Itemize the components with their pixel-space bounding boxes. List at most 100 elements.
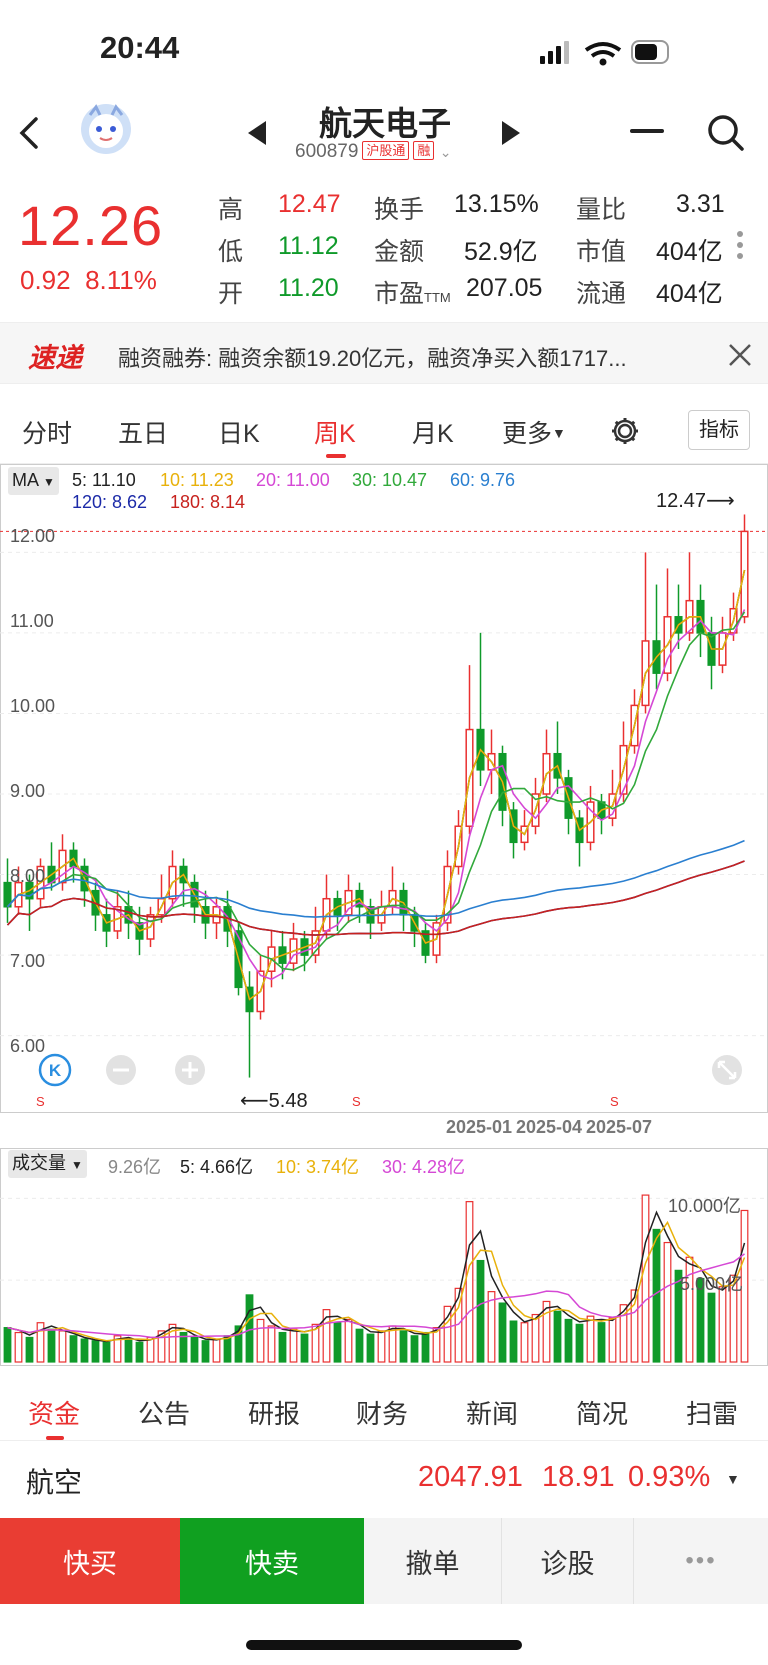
sector-row[interactable]: 航空 2047.91 18.91 0.93% ▼ bbox=[0, 1440, 768, 1516]
volume-bar bbox=[135, 1341, 144, 1363]
close-icon[interactable] bbox=[728, 343, 752, 367]
volume-bar bbox=[256, 1318, 265, 1363]
volume-bar bbox=[245, 1294, 254, 1363]
volume-bar bbox=[344, 1318, 353, 1363]
date-label: 2025-07 bbox=[586, 1117, 653, 1137]
volume-bar bbox=[553, 1310, 562, 1363]
volume-bar bbox=[69, 1335, 78, 1363]
back-icon[interactable] bbox=[16, 115, 42, 151]
quick-sell-button[interactable]: 快卖 bbox=[180, 1518, 364, 1604]
mcap-label: 市值 bbox=[576, 238, 627, 266]
tab-profile[interactable]: 简况 bbox=[576, 1394, 628, 1431]
status-icons bbox=[540, 40, 669, 66]
zoom-in-icon[interactable] bbox=[173, 1053, 207, 1087]
volume-bar bbox=[399, 1330, 408, 1363]
y-tick: 12.00 bbox=[10, 526, 56, 546]
vol-y-tick: 5.000亿 bbox=[680, 1274, 744, 1294]
more-vertical-icon[interactable] bbox=[736, 230, 744, 260]
volume-bar bbox=[663, 1241, 672, 1363]
vol-ma10-legend: 10: 3.74亿 bbox=[276, 1157, 360, 1177]
tab-monthly-k[interactable]: 月K bbox=[412, 414, 454, 450]
volume-bar bbox=[58, 1330, 67, 1363]
quick-buy-button[interactable]: 快买 bbox=[0, 1518, 180, 1604]
volume-current: 9.26亿 bbox=[108, 1157, 162, 1177]
candle-body bbox=[740, 530, 749, 618]
volume-bar bbox=[212, 1338, 221, 1363]
mascot-avatar-icon[interactable] bbox=[80, 103, 132, 155]
volume-bar bbox=[520, 1322, 529, 1363]
caret-down-icon: ▼ bbox=[552, 425, 566, 441]
volume-selector-label: 成交量 bbox=[12, 1153, 66, 1173]
zoom-out-icon[interactable] bbox=[104, 1053, 138, 1087]
min-price-value: 5.48 bbox=[268, 1090, 308, 1112]
minus-icon[interactable] bbox=[630, 129, 666, 135]
change-percent: 8.11% bbox=[85, 265, 157, 295]
tab-funds[interactable]: 资金 bbox=[28, 1394, 80, 1431]
turnover-value: 13.15% bbox=[454, 190, 539, 218]
more-button[interactable]: ••• bbox=[634, 1518, 768, 1604]
high-value: 12.47 bbox=[278, 190, 341, 218]
ma20-legend: 20: 11.00 bbox=[256, 470, 330, 490]
volume-bar bbox=[575, 1323, 584, 1363]
cancel-order-button[interactable]: 撤单 bbox=[364, 1518, 502, 1604]
next-stock-icon[interactable] bbox=[498, 119, 522, 147]
open-label: 开 bbox=[218, 280, 244, 308]
chevron-down-icon: ⌄ bbox=[439, 144, 452, 160]
tab-more[interactable]: 更多▼ bbox=[502, 414, 566, 450]
y-tick: 11.00 bbox=[10, 611, 54, 631]
volume-bar bbox=[652, 1228, 661, 1363]
news-ticker[interactable]: 速递 融资融券: 融资余额19.20亿元，融资净买入额1717... bbox=[0, 322, 768, 384]
volume-bar bbox=[509, 1320, 518, 1363]
stock-code-line[interactable]: 600879 沪股通融 ⌄ bbox=[295, 141, 451, 163]
gear-icon[interactable] bbox=[610, 416, 640, 446]
tab-risk-scan[interactable]: 扫雷 bbox=[686, 1394, 738, 1431]
tab-announcements[interactable]: 公告 bbox=[138, 1394, 190, 1431]
tab-intraday[interactable]: 分时 bbox=[22, 414, 72, 450]
svg-text:K: K bbox=[49, 1061, 62, 1080]
diagnose-button[interactable]: 诊股 bbox=[502, 1518, 634, 1604]
volume-selector[interactable]: 成交量 ▼ bbox=[8, 1150, 87, 1178]
sector-change-pct: 0.93% bbox=[628, 1461, 711, 1493]
battery-icon bbox=[631, 40, 669, 64]
change-value: 0.92 bbox=[20, 265, 71, 295]
tab-research[interactable]: 研报 bbox=[248, 1394, 300, 1431]
signal-icon bbox=[540, 41, 569, 64]
chart-frame bbox=[0, 464, 768, 1113]
vol-ratio-value: 3.31 bbox=[676, 190, 725, 218]
volume-bar bbox=[102, 1341, 111, 1363]
caret-down-icon: ▼ bbox=[43, 475, 55, 489]
volume-bar bbox=[597, 1322, 606, 1363]
volume-bar bbox=[487, 1291, 496, 1363]
tag-margin: 融 bbox=[413, 141, 435, 160]
k-chart[interactable]: MA ▼ 5: 11.10 10: 11.23 20: 11.00 30: 10… bbox=[0, 464, 768, 1114]
caret-down-icon[interactable]: ▼ bbox=[726, 1471, 740, 1487]
volume-bar bbox=[641, 1194, 650, 1363]
sector-change: 18.91 bbox=[542, 1461, 615, 1493]
volume-bar bbox=[91, 1340, 100, 1363]
volume-bar bbox=[289, 1328, 298, 1363]
volume-bar bbox=[3, 1327, 12, 1363]
y-tick: 7.00 bbox=[10, 951, 46, 971]
indicator-button[interactable]: 指标 bbox=[688, 410, 750, 450]
period-tabs: 分时 五日 日K 周K 月K 更多▼ 指标 bbox=[0, 400, 768, 464]
tab-news[interactable]: 新闻 bbox=[466, 1394, 518, 1431]
volume-bar bbox=[586, 1315, 595, 1363]
tab-weekly-k[interactable]: 周K bbox=[314, 414, 356, 450]
pe-value: 207.05 bbox=[466, 274, 543, 302]
signal-s-mark: S bbox=[36, 1094, 45, 1109]
tab-financials[interactable]: 财务 bbox=[356, 1394, 408, 1431]
search-icon[interactable] bbox=[706, 113, 746, 153]
k-logo-icon[interactable]: K bbox=[38, 1053, 72, 1087]
vol-ma5-legend: 5: 4.66亿 bbox=[180, 1157, 254, 1177]
tab-daily-k[interactable]: 日K bbox=[218, 414, 260, 450]
volume-bar bbox=[564, 1318, 573, 1363]
fullscreen-icon[interactable] bbox=[710, 1053, 744, 1087]
sector-value: 2047.91 bbox=[418, 1461, 523, 1493]
tab-five-day[interactable]: 五日 bbox=[118, 414, 168, 450]
ma10-legend: 10: 11.23 bbox=[160, 470, 234, 490]
volume-chart[interactable]: 成交量 ▼ 9.26亿 5: 4.66亿 10: 3.74亿 30: 4.28亿… bbox=[0, 1148, 768, 1366]
prev-stock-icon[interactable] bbox=[246, 119, 270, 147]
tag-hk-connect: 沪股通 bbox=[362, 141, 410, 160]
ma180-legend: 180: 8.14 bbox=[170, 492, 246, 512]
ma-selector[interactable]: MA ▼ bbox=[8, 467, 59, 495]
